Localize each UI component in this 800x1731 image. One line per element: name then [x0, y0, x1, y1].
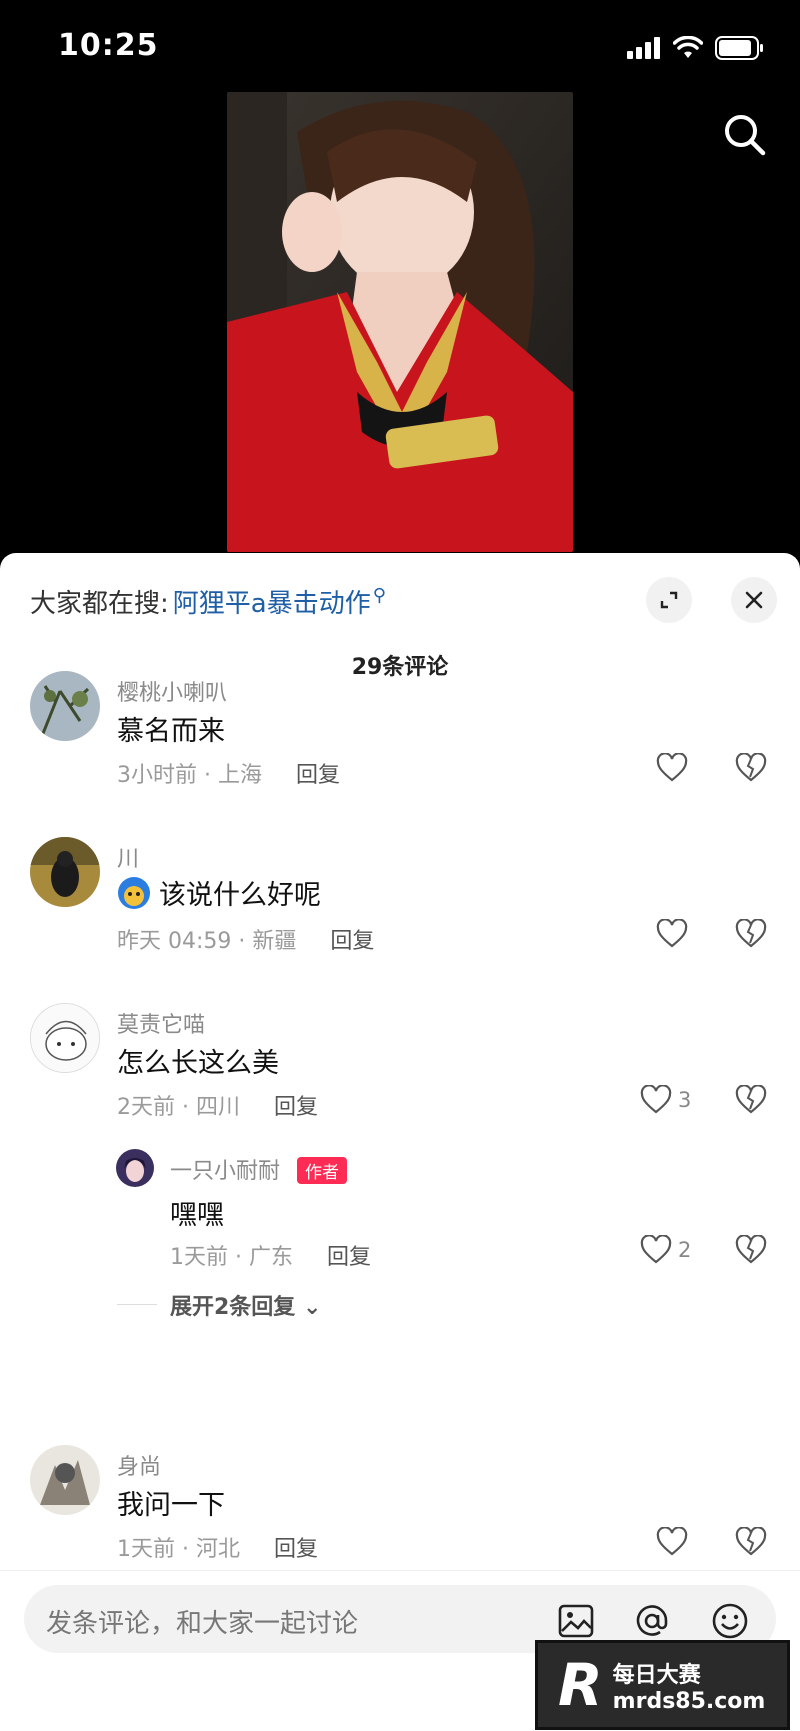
emoji-sticker-icon	[118, 876, 150, 909]
mention-icon[interactable]	[632, 1601, 672, 1641]
comment-username[interactable]: 樱桃小喇叭	[117, 675, 227, 707]
like-count: 2	[678, 1238, 692, 1262]
broken-heart-icon	[735, 1526, 767, 1556]
comment-time-location: 2天前 · 四川	[117, 1095, 240, 1120]
heart-icon	[656, 919, 688, 948]
comment-username[interactable]: 川	[117, 841, 139, 873]
like-button[interactable]: 2	[640, 1235, 691, 1265]
like-button[interactable]	[656, 919, 694, 949]
close-button[interactable]	[731, 577, 777, 623]
watermark-logo: R 每日大赛 mrds85.com	[535, 1640, 790, 1730]
heart-icon	[640, 1235, 672, 1264]
wifi-icon	[673, 36, 703, 58]
reply-time-location: 1天前 · 广东	[170, 1245, 293, 1270]
dislike-button[interactable]	[735, 1526, 767, 1561]
avatar[interactable]	[30, 1445, 100, 1515]
close-icon	[745, 591, 763, 609]
reply-text: 嘿嘿	[170, 1193, 224, 1232]
dislike-button[interactable]	[735, 918, 767, 953]
comment-meta: 昨天 04:59 · 新疆 回复	[117, 923, 374, 955]
search-icon[interactable]	[720, 110, 770, 160]
suggestion-prefix: 大家都在搜:	[30, 589, 169, 619]
reply-meta: 1天前 · 广东 回复	[170, 1239, 371, 1271]
like-button[interactable]: 3	[640, 1085, 691, 1115]
reply-username[interactable]: 一只小耐耐	[170, 1159, 280, 1184]
reply-button[interactable]: 回复	[274, 1531, 318, 1563]
reply-button[interactable]: 回复	[327, 1239, 371, 1271]
watermark-text: 每日大赛 mrds85.com	[613, 1657, 766, 1714]
video-area[interactable]	[0, 90, 800, 560]
comment-text: 慕名而来	[117, 709, 225, 748]
comment-meta: 3小时前 · 上海 回复	[117, 757, 340, 789]
comment-text-content: 我问一下	[117, 1490, 225, 1521]
dislike-button[interactable]	[735, 1084, 767, 1119]
comment-username[interactable]: 身尚	[117, 1449, 161, 1481]
comment-time-location: 昨天 04:59 · 新疆	[117, 929, 297, 954]
comment-text-content: 该说什么好呢	[159, 880, 321, 911]
dislike-button[interactable]	[735, 1234, 767, 1269]
reply-button[interactable]: 回复	[330, 923, 374, 955]
reply-button[interactable]: 回复	[296, 757, 340, 789]
broken-heart-icon	[735, 752, 767, 782]
watermark-title: 每日大赛	[612, 1662, 701, 1688]
expand-divider	[117, 1304, 157, 1305]
status-time: 10:25	[58, 28, 159, 63]
search-suggestion: 大家都在搜: 阿狸平a暴击动作 ⚲	[30, 583, 386, 620]
like-button[interactable]	[656, 1527, 694, 1557]
expand-button[interactable]	[646, 577, 692, 623]
avatar[interactable]	[30, 671, 100, 741]
comment-time-location: 3小时前 · 上海	[117, 763, 262, 788]
comment-text-content: 怎么长这么美	[117, 1048, 279, 1079]
comment-text: 该说什么好呢	[117, 873, 321, 912]
signal-icon	[627, 37, 660, 59]
comment-time-location: 1天前 · 河北	[117, 1537, 240, 1562]
suggestion-query-link[interactable]: 阿狸平a暴击动作	[173, 583, 371, 620]
reply-button[interactable]: 回复	[274, 1089, 318, 1121]
comment-text: 我问一下	[117, 1483, 225, 1522]
expand-replies-label: 展开2条回复	[170, 1295, 296, 1320]
broken-heart-icon	[735, 1084, 767, 1114]
comment-text-content: 慕名而来	[117, 716, 225, 747]
battery-icon	[715, 36, 763, 60]
chevron-down-icon: ⌄	[302, 1295, 322, 1320]
watermark-r-icon: R	[558, 1651, 603, 1719]
watermark-url: mrds85.com	[612, 1688, 766, 1714]
comment-meta: 1天前 · 河北 回复	[117, 1531, 318, 1563]
comment-username[interactable]: 莫责它喵	[117, 1007, 205, 1039]
status-icons	[627, 34, 765, 62]
comment-meta: 2天前 · 四川 回复	[117, 1089, 318, 1121]
avatar[interactable]	[30, 837, 100, 907]
emoji-icon[interactable]	[710, 1601, 750, 1641]
comment-text: 怎么长这么美	[117, 1041, 279, 1080]
avatar[interactable]	[30, 1003, 100, 1073]
heart-icon	[656, 1527, 688, 1556]
comment-sheet: 大家都在搜: 阿狸平a暴击动作 ⚲ 29条评论 樱桃小喇叭 慕名而来 3小时前 …	[0, 553, 800, 1731]
broken-heart-icon	[735, 1234, 767, 1264]
reply-text-content: 嘿嘿	[170, 1200, 224, 1231]
status-bar: 10:25	[0, 0, 800, 90]
video-thumbnail[interactable]	[227, 92, 573, 552]
expand-icon	[660, 591, 678, 609]
image-icon[interactable]	[556, 1601, 596, 1641]
author-badge: 作者	[297, 1157, 348, 1184]
broken-heart-icon	[735, 918, 767, 948]
reply-username-row: 一只小耐耐 作者	[170, 1153, 348, 1185]
comment-input-placeholder: 发条评论，和大家一起讨论	[46, 1609, 359, 1639]
like-count: 3	[678, 1088, 692, 1112]
expand-replies-button[interactable]: 展开2条回复 ⌄	[170, 1289, 321, 1321]
like-button[interactable]	[656, 753, 694, 783]
dislike-button[interactable]	[735, 752, 767, 787]
suggestion-search-icon: ⚲	[372, 585, 386, 606]
heart-icon	[656, 753, 688, 782]
heart-icon	[640, 1085, 672, 1114]
reply-avatar[interactable]	[116, 1149, 154, 1187]
